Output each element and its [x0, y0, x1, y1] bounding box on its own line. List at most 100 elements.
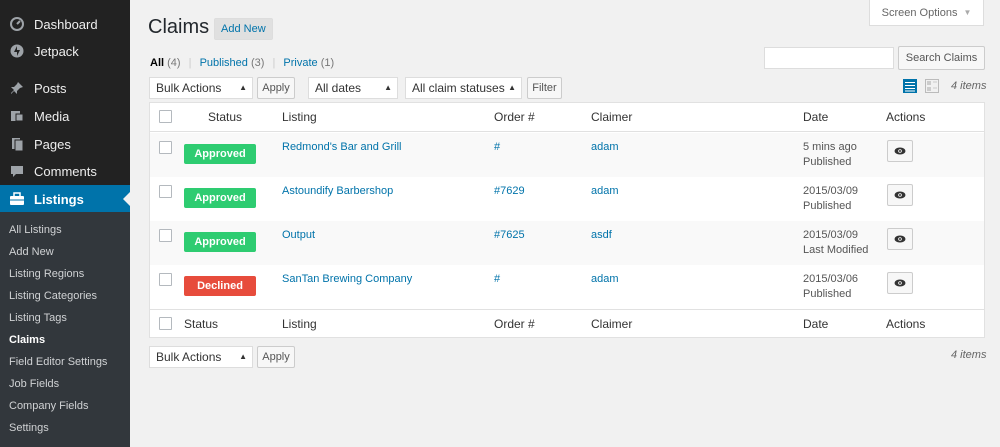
date-value: 2015/03/09: [803, 229, 859, 241]
table-row: Approved Output #7625 asdf 2015/03/09 La…: [150, 221, 984, 265]
menu-dashboard-label: Dashboard: [34, 16, 98, 32]
submenu-job-fields[interactable]: Job Fields: [9, 373, 59, 395]
briefcase-icon: [8, 190, 26, 208]
order-link[interactable]: #7625: [494, 228, 525, 243]
jetpack-icon: [8, 42, 26, 60]
status-badge: Declined: [184, 276, 256, 296]
submenu-listing-regions[interactable]: Listing Regions: [9, 263, 84, 285]
view-claim-button[interactable]: [887, 140, 913, 162]
items-count-bottom: 4 items: [951, 349, 987, 361]
listing-link[interactable]: Redmond's Bar and Grill: [282, 140, 402, 155]
col-date-footer[interactable]: Date: [803, 317, 828, 331]
submenu-claims[interactable]: Claims: [9, 329, 45, 351]
filter-published-count: (3): [250, 57, 265, 69]
add-new-button[interactable]: Add New: [214, 18, 273, 40]
order-link[interactable]: #7629: [494, 184, 525, 199]
bulk-actions-select-bottom[interactable]: Bulk Actions ▲: [149, 346, 253, 368]
items-count-top: 4 items: [951, 80, 987, 92]
menu-comments-label: Comments: [34, 163, 97, 179]
menu-media[interactable]: Media: [0, 102, 130, 130]
submenu-settings[interactable]: Settings: [9, 417, 49, 439]
claims-table: Status Listing Order # Claimer Date Acti…: [149, 102, 985, 338]
select-all-checkbox[interactable]: [159, 110, 172, 123]
col-claimer-footer[interactable]: Claimer: [591, 317, 632, 331]
filter-private-count: (1): [320, 57, 335, 69]
search-claims-button[interactable]: Search Claims: [898, 46, 985, 70]
col-order[interactable]: Order #: [494, 110, 535, 124]
media-icon: [8, 107, 26, 125]
menu-posts[interactable]: Posts: [0, 74, 130, 102]
row-checkbox[interactable]: [159, 273, 172, 286]
claimer-link[interactable]: adam: [591, 140, 619, 155]
status-badge: Approved: [184, 188, 256, 208]
claimer-link[interactable]: adam: [591, 272, 619, 287]
submenu-listing-categories[interactable]: Listing Categories: [9, 285, 97, 307]
view-claim-button[interactable]: [887, 228, 913, 250]
col-status: Status: [208, 110, 243, 124]
eye-icon: [894, 279, 906, 287]
eye-icon: [894, 191, 906, 199]
col-order-footer[interactable]: Order #: [494, 317, 535, 331]
submenu-all-listings[interactable]: All Listings: [9, 219, 62, 241]
status-filter-links: All (4) | Published (3) | Private (1): [150, 57, 334, 69]
menu-listings[interactable]: Listings: [0, 185, 130, 213]
filter-button[interactable]: Filter: [527, 77, 562, 99]
listing-link[interactable]: SanTan Brewing Company: [282, 272, 412, 287]
listing-link[interactable]: Astoundify Barbershop: [282, 184, 393, 199]
menu-jetpack-label: Jetpack: [34, 43, 79, 59]
list-view-icon[interactable]: [903, 79, 917, 93]
submenu-field-editor-settings[interactable]: Field Editor Settings: [9, 351, 107, 373]
claimer-link[interactable]: adam: [591, 184, 619, 199]
apply-button-bottom[interactable]: Apply: [257, 346, 295, 368]
excerpt-view-icon[interactable]: [925, 79, 939, 93]
claimer-link[interactable]: asdf: [591, 228, 612, 243]
status-badge: Approved: [184, 144, 256, 164]
date-status: Last Modified: [803, 244, 869, 256]
col-claimer[interactable]: Claimer: [591, 110, 632, 124]
search-input[interactable]: [764, 47, 894, 69]
select-all-checkbox-footer[interactable]: [159, 317, 172, 330]
menu-pages[interactable]: Pages: [0, 130, 130, 158]
menu-listings-label: Listings: [34, 191, 84, 207]
col-listing-footer[interactable]: Listing: [282, 317, 317, 331]
date-value: 2015/03/06: [803, 273, 859, 285]
select-arrows-icon: ▲: [239, 352, 247, 361]
apply-button-top[interactable]: Apply: [257, 77, 295, 99]
row-checkbox[interactable]: [159, 185, 172, 198]
order-link[interactable]: #: [494, 140, 500, 155]
order-link[interactable]: #: [494, 272, 500, 287]
menu-posts-label: Posts: [34, 80, 67, 96]
claim-status-select[interactable]: All claim statuses ▲: [405, 77, 522, 99]
filter-separator: |: [272, 57, 276, 69]
col-listing[interactable]: Listing: [282, 110, 317, 124]
dates-value: All dates: [315, 81, 362, 95]
submenu-listing-tags[interactable]: Listing Tags: [9, 307, 67, 329]
view-claim-button[interactable]: [887, 184, 913, 206]
view-claim-button[interactable]: [887, 272, 913, 294]
row-checkbox[interactable]: [159, 229, 172, 242]
table-row: Approved Astoundify Barbershop #7629 ada…: [150, 177, 984, 221]
bulk-actions-select-top[interactable]: Bulk Actions ▲: [149, 77, 253, 99]
menu-dashboard[interactable]: Dashboard: [0, 10, 130, 38]
filter-published[interactable]: Published: [200, 57, 248, 69]
screen-options-toggle[interactable]: Screen Options ▼: [869, 0, 984, 26]
dates-select[interactable]: All dates ▲: [308, 77, 398, 99]
filter-all[interactable]: All: [150, 57, 164, 69]
listing-link[interactable]: Output: [282, 228, 315, 243]
submenu-add-new[interactable]: Add New: [9, 241, 54, 263]
bulk-actions-value: Bulk Actions: [156, 81, 222, 95]
bulk-actions-value: Bulk Actions: [156, 350, 222, 364]
menu-pages-label: Pages: [34, 136, 71, 152]
filter-private[interactable]: Private: [283, 57, 317, 69]
select-arrows-icon: ▲: [508, 83, 516, 92]
pages-icon: [8, 135, 26, 153]
submenu-company-fields[interactable]: Company Fields: [9, 395, 88, 417]
menu-comments[interactable]: Comments: [0, 157, 130, 185]
date-value: 2015/03/09: [803, 185, 859, 197]
table-footer: Status Listing Order # Claimer Date Acti…: [150, 309, 984, 338]
col-date[interactable]: Date: [803, 110, 828, 124]
menu-jetpack[interactable]: Jetpack: [0, 37, 130, 65]
date-status: Published: [803, 156, 852, 168]
date-status: Published: [803, 288, 852, 300]
row-checkbox[interactable]: [159, 141, 172, 154]
